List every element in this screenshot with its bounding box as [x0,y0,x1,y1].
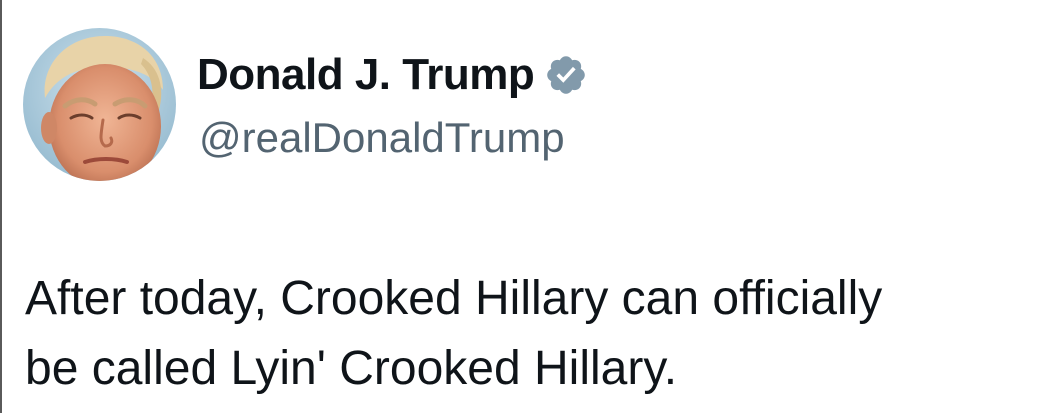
tweet-text-line-1: After today, Crooked Hillary can officia… [25,272,883,325]
tweet-text-line-2: be called Lyin' Crooked Hillary. [25,342,678,395]
tweet-text: After today, Crooked Hillary can officia… [25,264,1045,404]
author-handle[interactable]: @realDonaldTrump [199,110,565,166]
author-name-row: Donald J. Trump [197,46,588,104]
verified-badge-icon[interactable] [544,53,588,97]
avatar[interactable] [23,28,176,181]
tweet-card[interactable]: Donald J. Trump @realDonaldTrump After t… [0,0,1056,413]
author-display-name[interactable]: Donald J. Trump [197,46,535,104]
